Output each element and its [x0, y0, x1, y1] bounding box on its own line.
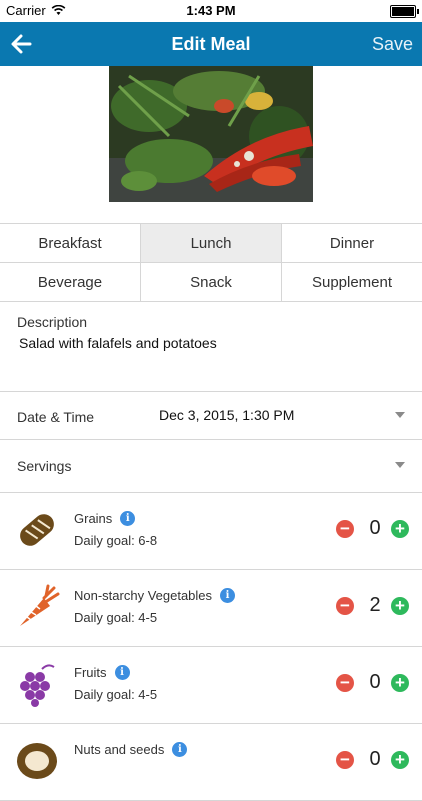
status-bar: Carrier 1:43 PM — [0, 0, 422, 22]
decrement-button[interactable]: − — [336, 520, 354, 538]
daily-goal: Daily goal: 4-5 — [74, 687, 158, 702]
food-group-name: Fruits i — [74, 665, 130, 680]
serving-count: 0 — [369, 671, 381, 693]
meal-photo[interactable] — [109, 66, 313, 202]
chevron-down-icon[interactable] — [395, 412, 405, 418]
decrement-button[interactable]: − — [336, 674, 354, 692]
meal-type-row: Breakfast Lunch Dinner — [0, 224, 422, 263]
status-time: 1:43 PM — [186, 3, 236, 18]
increment-button[interactable]: + — [391, 597, 409, 615]
grapes-icon — [20, 664, 55, 707]
serving-count: 0 — [369, 748, 381, 770]
meal-type-supplement[interactable]: Supplement — [282, 263, 422, 301]
date-time-label: Date & Time — [17, 409, 95, 425]
save-button[interactable]: Save — [372, 34, 413, 55]
food-group-name: Non-starchy Vegetables i — [74, 588, 236, 603]
info-icon[interactable]: i — [120, 511, 136, 526]
food-group-label: Fruits — [74, 665, 107, 680]
date-time-value[interactable]: Dec 3, 2015, 1:30 PM — [159, 407, 294, 423]
daily-goal: Daily goal: 4-5 — [74, 610, 158, 625]
meal-type-row: Beverage Snack Supplement — [0, 263, 422, 302]
increment-button[interactable]: + — [391, 674, 409, 692]
carrot-icon — [20, 584, 60, 626]
servings-row[interactable]: Servings — [0, 440, 422, 493]
serving-count: 0 — [369, 517, 381, 539]
meal-type-beverage[interactable]: Beverage — [0, 263, 141, 301]
meal-type-breakfast[interactable]: Breakfast — [0, 224, 141, 262]
battery-icon — [390, 5, 419, 18]
chevron-down-icon[interactable] — [395, 462, 405, 468]
decrement-button[interactable]: − — [336, 751, 354, 769]
nut-icon — [17, 743, 57, 779]
date-time-row[interactable]: Date & Time Dec 3, 2015, 1:30 PM — [0, 392, 422, 440]
page-title: Edit Meal — [171, 34, 251, 54]
bread-icon — [20, 514, 54, 546]
food-group-name: Grains i — [74, 511, 136, 526]
meal-type-dinner[interactable]: Dinner — [282, 224, 422, 262]
description-section[interactable]: Description Salad with falafels and pota… — [0, 301, 422, 392]
food-group-row: Grains i Daily goal: 6-8 − 0 + — [0, 493, 422, 570]
food-group-row: Non-starchy Vegetables i Daily goal: 4-5… — [0, 570, 422, 647]
meal-type-snack[interactable]: Snack — [141, 263, 282, 301]
increment-button[interactable]: + — [391, 751, 409, 769]
decrement-button[interactable]: − — [336, 597, 354, 615]
description-field[interactable]: Salad with falafels and potatoes — [19, 335, 217, 351]
info-icon[interactable]: i — [220, 588, 236, 603]
meal-photo-image — [109, 66, 313, 202]
daily-goal: Daily goal: 6-8 — [74, 533, 158, 548]
servings-label: Servings — [17, 458, 72, 474]
food-group-label: Non-starchy Vegetables — [74, 588, 213, 603]
meal-type-selector: Breakfast Lunch Dinner Beverage Snack Su… — [0, 223, 422, 302]
meal-type-lunch[interactable]: Lunch — [141, 224, 282, 262]
food-group-row: Fruits i Daily goal: 4-5 − 0 + — [0, 647, 422, 724]
info-icon[interactable]: i — [114, 665, 130, 680]
food-group-row: Nuts and seeds i − 0 + — [0, 724, 422, 801]
food-group-label: Grains — [74, 511, 113, 526]
description-label: Description — [17, 314, 88, 330]
serving-count: 2 — [369, 594, 381, 616]
navigation-bar: Edit Meal Save — [0, 22, 422, 66]
increment-button[interactable]: + — [391, 520, 409, 538]
